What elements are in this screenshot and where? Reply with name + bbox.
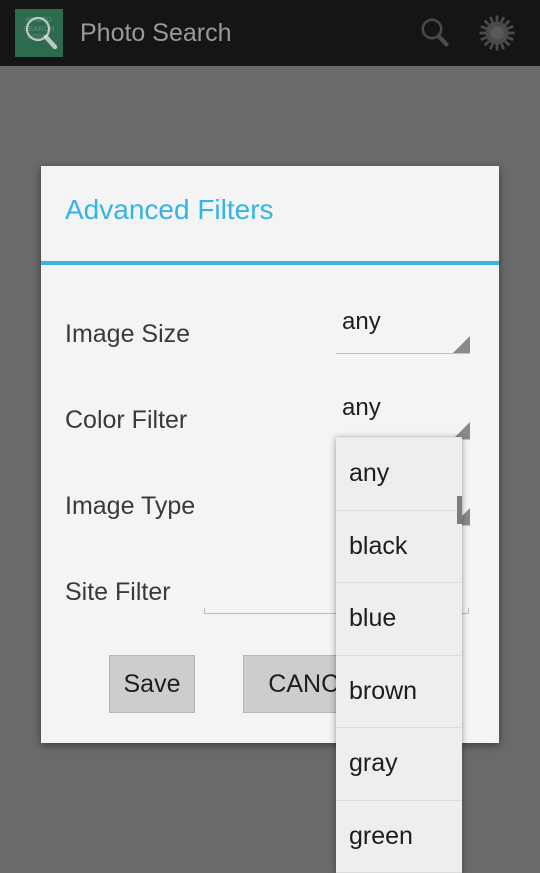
color-filter-dropdown[interactable]: any black blue brown gray green: [336, 437, 462, 873]
spinner-image-size[interactable]: any: [336, 306, 470, 354]
magnifier-glyph: [21, 13, 61, 53]
gear-icon-glyph: [479, 15, 515, 51]
search-icon-glyph: [418, 16, 452, 50]
photo-search-app-icon: PHOTO SEARCH HOME: [15, 9, 63, 57]
form-row-image-size: Image Size any: [41, 306, 499, 368]
list-item[interactable]: any: [336, 438, 462, 511]
dropdown-scrollbar[interactable]: [457, 496, 462, 524]
app-title: Photo Search: [80, 19, 232, 48]
label-site-filter: Site Filter: [65, 578, 171, 607]
spinner-color-filter-value: any: [342, 394, 381, 422]
gear-icon[interactable]: [466, 0, 528, 66]
label-color-filter: Color Filter: [65, 406, 187, 435]
list-item[interactable]: green: [336, 801, 462, 873]
site-filter-underline-right-tick: [468, 608, 469, 614]
spinner-image-size-underline: [336, 353, 470, 354]
spinner-image-size-value: any: [342, 308, 381, 336]
spinner-color-filter[interactable]: any: [336, 392, 470, 440]
label-image-size: Image Size: [65, 320, 190, 349]
chevron-down-icon: [453, 336, 470, 353]
label-image-type: Image Type: [65, 492, 195, 521]
list-item[interactable]: blue: [336, 583, 462, 656]
list-item[interactable]: black: [336, 511, 462, 584]
save-button[interactable]: Save: [109, 655, 195, 713]
dialog-title-divider: [41, 261, 499, 265]
list-item[interactable]: brown: [336, 656, 462, 729]
action-bar: PHOTO SEARCH HOME Photo Search: [0, 0, 540, 66]
dialog-title: Advanced Filters: [65, 194, 274, 226]
search-icon[interactable]: [404, 0, 466, 66]
list-item[interactable]: gray: [336, 728, 462, 801]
